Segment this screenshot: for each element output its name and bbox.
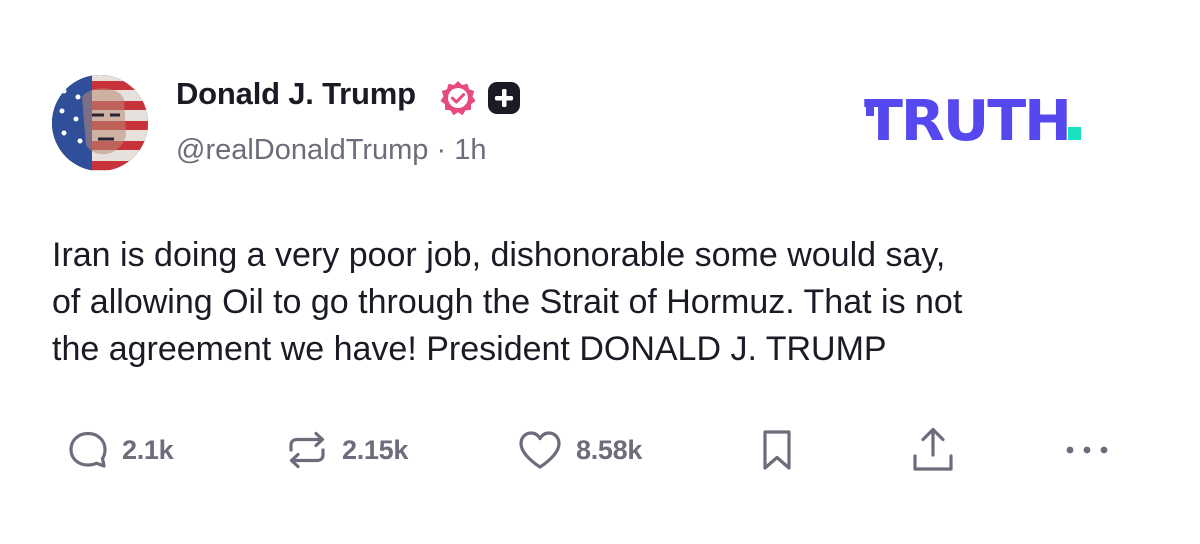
truth-post: Donald J. Trump @realDonaldTrump · 1h TR… [0, 0, 1200, 544]
repost-icon [284, 428, 330, 472]
reply-button[interactable]: 2.1k [66, 422, 174, 478]
author-name[interactable]: Donald J. Trump [176, 76, 416, 112]
author-meta: @realDonaldTrump · 1h [176, 134, 486, 167]
truth-logo: TRUTH [864, 92, 1081, 152]
more-icon [1064, 440, 1110, 460]
bookmark-button[interactable] [755, 422, 799, 478]
reply-count: 2.1k [122, 434, 174, 465]
share-button[interactable] [908, 422, 958, 478]
verified-badge-icon [440, 81, 476, 116]
meta-separator: · [428, 134, 455, 166]
post-text: Iran is doing a very poor job, dishonora… [52, 236, 963, 368]
like-count: 8.58k [576, 434, 643, 465]
like-button[interactable]: 8.58k [516, 422, 642, 478]
comment-icon [66, 428, 110, 472]
more-options-button[interactable] [1064, 422, 1110, 478]
plus-badge-icon [488, 82, 520, 114]
repost-button[interactable]: 2.15k [284, 422, 408, 478]
bookmark-icon [755, 426, 799, 474]
logo-text: TRUTH [864, 89, 1072, 154]
author-handle[interactable]: @realDonaldTrump [176, 134, 428, 166]
avatar[interactable] [52, 75, 148, 171]
action-bar: 2.1k 2.15k 8.58k [0, 422, 1200, 478]
share-icon [908, 425, 958, 475]
heart-icon [516, 428, 564, 472]
post-time[interactable]: 1h [454, 134, 486, 166]
repost-count: 2.15k [342, 434, 409, 465]
